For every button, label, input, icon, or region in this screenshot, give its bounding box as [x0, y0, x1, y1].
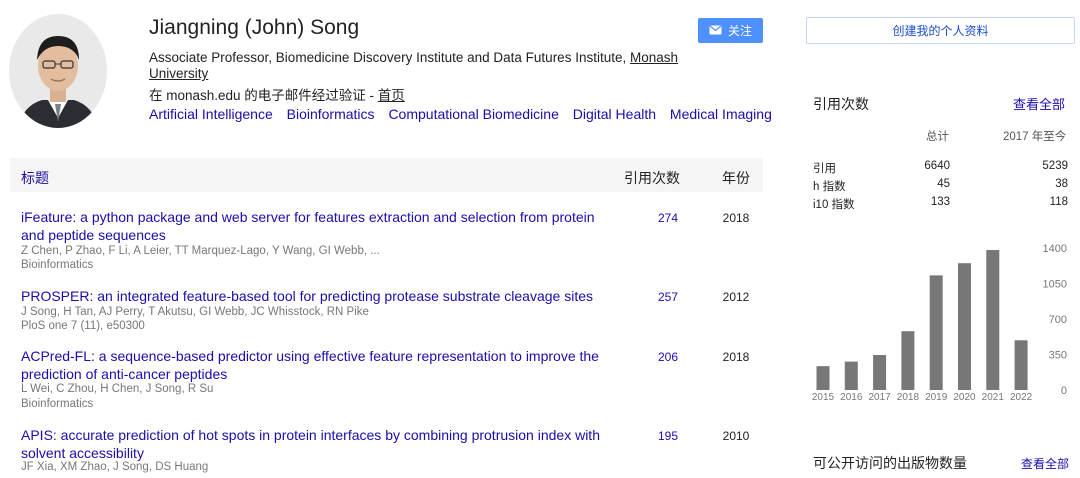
chart-x-tick: 2019: [925, 392, 948, 403]
column-title[interactable]: 标题: [21, 168, 49, 188]
chart-x-tick: 2018: [897, 392, 920, 403]
publication-title[interactable]: ACPred-FL: a sequence-based predictor us…: [21, 347, 617, 383]
stats-col-since: 2017 年至今: [1003, 131, 1067, 143]
chart-x-tick: 2020: [953, 392, 976, 403]
publication-cites[interactable]: 274: [648, 211, 688, 225]
publication-title[interactable]: PROSPER: an integrated feature-based too…: [21, 287, 617, 305]
view-all-open-access-link[interactable]: 查看全部: [1021, 455, 1069, 472]
citations-bar-chart: 2015 2016 2017 2018 2019 2020 2021 2022 0 350 700 1…: [812, 243, 1067, 403]
stat-since-i10-index: 118: [1049, 196, 1068, 208]
mail-icon: [709, 24, 722, 38]
tag-artificial-intelligence[interactable]: Artificial Intelligence: [149, 106, 273, 122]
affiliation: Associate Professor, Biomedicine Discove…: [149, 50, 689, 82]
affiliation-text: Associate Professor, Biomedicine Discove…: [149, 50, 630, 65]
publication-year: 2018: [722, 211, 750, 225]
chart-bar-2019[interactable]: [929, 275, 943, 390]
stat-total-i10-index: 133: [930, 196, 950, 208]
publication-authors: Z Chen, P Zhao, F Li, A Leier, TT Marque…: [21, 245, 380, 257]
chart-bar-2016[interactable]: [844, 361, 858, 390]
publication-authors: JF Xia, XM Zhao, J Song, DS Huang: [21, 461, 209, 473]
chart-y-tick: 700: [1049, 314, 1067, 326]
stat-since-h-index: 38: [1055, 178, 1068, 190]
chart-y-tick: 1400: [1043, 243, 1067, 255]
chart-bar-2015[interactable]: [816, 366, 830, 390]
chart-x-tick: 2017: [868, 392, 891, 403]
chart-bar-2018[interactable]: [901, 331, 915, 390]
column-cited-by[interactable]: 引用次数: [624, 168, 680, 188]
chart-x-tick: 2015: [812, 392, 835, 403]
stat-total-h-index: 45: [937, 178, 950, 190]
publication-year: 2010: [722, 429, 750, 443]
open-access-heading: 可公开访问的出版物数量: [813, 455, 967, 471]
chart-bar-2022[interactable]: [1014, 340, 1028, 390]
view-all-citations-link[interactable]: 查看全部: [1013, 94, 1065, 113]
follow-label: 关注: [727, 24, 752, 38]
publication-cites[interactable]: 195: [648, 429, 688, 443]
chart-x-tick: 2021: [982, 392, 1005, 403]
chart-x-tick: 2016: [840, 392, 863, 403]
email-verified: 在 monash.edu 的电子邮件经过验证 - 首页: [149, 84, 405, 104]
stats-col-total: 总计: [926, 131, 949, 143]
stat-label-i10-index: i10 指数: [813, 199, 855, 211]
tag-digital-health[interactable]: Digital Health: [573, 106, 656, 122]
tag-bioinformatics[interactable]: Bioinformatics: [287, 106, 375, 122]
avatar: [8, 14, 108, 129]
publication-venue: Bioinformatics: [21, 259, 94, 271]
publication-authors: J Song, H Tan, AJ Perry, T Akutsu, GI We…: [21, 306, 369, 318]
publication-year: 2012: [722, 290, 750, 304]
publication-authors: L Wei, C Zhou, H Chen, J Song, R Su: [21, 383, 214, 395]
research-tags: Artificial Intelligence Bioinformatics C…: [149, 106, 782, 122]
verified-text: 在 monash.edu 的电子邮件经过验证 -: [149, 88, 378, 103]
publication-title[interactable]: APIS: accurate prediction of hot spots i…: [21, 426, 617, 462]
column-year[interactable]: 年份: [722, 168, 750, 188]
publication-year: 2018: [722, 350, 750, 364]
publication-venue: Bioinformatics: [21, 398, 94, 410]
stat-label-h-index: h 指数: [813, 181, 846, 193]
chart-y-tick: 1050: [1043, 279, 1067, 291]
stat-total-citations: 6640: [924, 160, 950, 172]
profile-name: Jiangning (John) Song: [149, 16, 360, 39]
follow-button[interactable]: 关注: [698, 18, 763, 43]
homepage-link[interactable]: 首页: [378, 88, 405, 103]
chart-bar-2021[interactable]: [986, 250, 1000, 390]
stat-since-citations: 5239: [1042, 160, 1068, 172]
citations-heading: 引用次数: [813, 96, 869, 112]
tag-medical-imaging[interactable]: Medical Imaging: [670, 106, 772, 122]
publication-cites[interactable]: 206: [648, 350, 688, 364]
chart-bar-2017[interactable]: [873, 355, 887, 390]
publication-venue: PloS one 7 (11), e50300: [21, 320, 145, 332]
chart-y-tick: 350: [1049, 350, 1067, 362]
chart-y-tick: 0: [1061, 385, 1067, 397]
tag-computational-biomedicine[interactable]: Computational Biomedicine: [388, 106, 558, 122]
publication-title[interactable]: iFeature: a python package and web serve…: [21, 208, 617, 244]
create-profile-button[interactable]: 创建我的个人资料: [806, 17, 1075, 44]
publication-cites[interactable]: 257: [648, 290, 688, 304]
stat-label-citations: 引用: [813, 163, 836, 175]
chart-bar-2020[interactable]: [958, 263, 971, 390]
chart-x-tick: 2022: [1010, 392, 1033, 403]
